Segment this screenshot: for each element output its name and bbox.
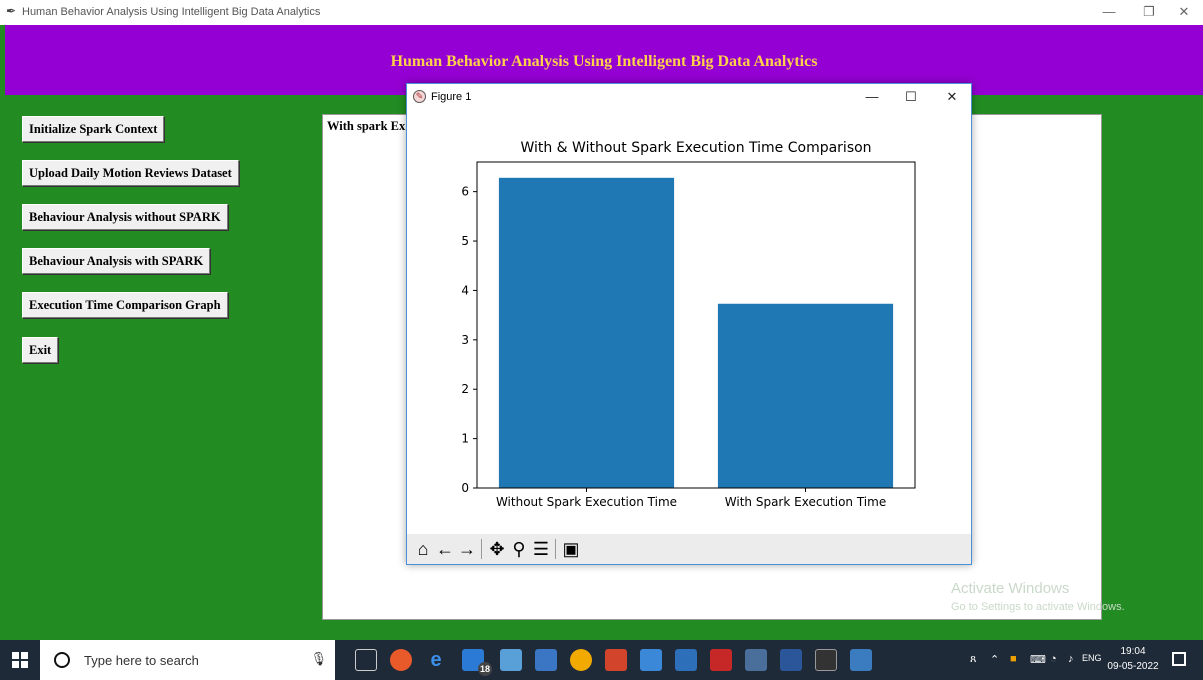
language-indicator[interactable]: ENG [1082, 653, 1102, 663]
matplotlib-icon: ✎ [413, 90, 426, 103]
clock-date: 09-05-2022 [1107, 661, 1159, 672]
figure-toolbar: ⌂ ← → ✥ ⚲ ☰ ▣ [407, 534, 971, 564]
initialize-spark-context-button[interactable]: Initialize Spark Context [22, 116, 165, 142]
pan-icon[interactable]: ✥ [487, 537, 507, 561]
file-explorer-icon[interactable] [675, 649, 697, 671]
action-center-icon[interactable] [1172, 652, 1186, 666]
python-icon[interactable] [850, 649, 872, 671]
bar-chart: With & Without Spark Execution Time Comp… [461, 140, 916, 509]
pdf-icon[interactable] [710, 649, 732, 671]
configure-subplots-icon[interactable]: ☰ [531, 537, 551, 561]
feather-icon: ✒ [6, 4, 17, 18]
analysis-without-spark-button[interactable]: Behaviour Analysis without SPARK [22, 204, 228, 230]
windows-start-icon[interactable] [12, 652, 28, 668]
plot-area: With & Without Spark Execution Time Comp… [407, 112, 971, 534]
task-view-icon[interactable] [355, 649, 377, 671]
word-icon[interactable] [780, 649, 802, 671]
notification-badge: 18 [478, 662, 492, 676]
ime-icon[interactable]: ⌨ [1030, 653, 1046, 666]
x-tick-label: With Spark Execution Time [725, 495, 886, 509]
figure-maximize-button[interactable]: ☐ [896, 87, 926, 107]
edge-icon[interactable]: e [425, 649, 447, 671]
cortana-circle-icon [54, 652, 70, 668]
chrome-icon[interactable] [570, 649, 592, 671]
save-icon[interactable]: ▣ [561, 537, 581, 561]
app-icon[interactable] [640, 649, 662, 671]
page-title: Human Behavior Analysis Using Intelligen… [390, 53, 818, 70]
activate-windows-watermark: Activate Windows [951, 580, 1070, 597]
search-placeholder: Type here to search [84, 653, 199, 668]
maximize-button[interactable]: ❐ [1135, 2, 1163, 22]
y-tick-label: 5 [461, 234, 469, 248]
figure-minimize-button[interactable]: — [857, 87, 887, 107]
desktop-screen: ✒ Human Behavior Analysis Using Intellig… [0, 0, 1203, 680]
y-tick-label: 0 [461, 481, 469, 495]
y-tick-label: 3 [461, 333, 469, 347]
minimize-button[interactable]: — [1095, 2, 1123, 22]
app-icon[interactable] [390, 649, 412, 671]
app-icon[interactable] [500, 649, 522, 671]
back-arrow-icon[interactable]: ← [435, 537, 455, 561]
figure-close-button[interactable]: ✕ [937, 87, 967, 107]
taskbar-clock[interactable]: 19:04 09-05-2022 [1103, 644, 1163, 674]
terminal-icon[interactable] [815, 649, 837, 671]
chart-bar [498, 177, 675, 488]
tray-app-icon[interactable]: ■ [1010, 653, 1017, 665]
zoom-icon[interactable]: ⚲ [509, 537, 529, 561]
x-tick-label: Without Spark Execution Time [496, 495, 677, 509]
figure-titlebar: ✎ Figure 1 — ☐ ✕ [407, 84, 971, 112]
people-icon[interactable]: ጸ [970, 653, 976, 666]
activate-windows-hint: Go to Settings to activate Windows. [951, 601, 1125, 613]
chart-title: With & Without Spark Execution Time Comp… [520, 140, 871, 156]
chart-bar [717, 303, 894, 488]
app-icon[interactable] [605, 649, 627, 671]
main-window-titlebar: ✒ Human Behavior Analysis Using Intellig… [0, 0, 1203, 25]
window-title: Human Behavior Analysis Using Intelligen… [22, 6, 321, 18]
output-text-line: With spark Ex [327, 119, 406, 133]
y-tick-label: 1 [461, 432, 469, 446]
home-icon[interactable]: ⌂ [413, 537, 433, 561]
taskbar: Type here to search 🎙 e 18 ጸ ⌃ ■ ⌨ ◔ ♪ E… [0, 640, 1203, 680]
y-tick-label: 4 [461, 283, 469, 297]
figure-window: ✎ Figure 1 — ☐ ✕ With & Without Spark Ex… [406, 83, 972, 565]
store-icon[interactable] [535, 649, 557, 671]
figure-title: Figure 1 [431, 91, 472, 103]
volume-icon[interactable]: ♪ [1068, 653, 1074, 665]
forward-arrow-icon[interactable]: → [457, 537, 477, 561]
wifi-icon[interactable]: ◔ [1050, 653, 1057, 665]
y-tick-label: 2 [461, 382, 469, 396]
chevron-up-icon[interactable]: ⌃ [990, 653, 999, 666]
taskbar-search-box[interactable]: Type here to search 🎙 [40, 640, 335, 680]
execution-time-graph-button[interactable]: Execution Time Comparison Graph [22, 292, 228, 318]
app-icon[interactable] [745, 649, 767, 671]
toolbar-separator [555, 539, 556, 559]
clock-time: 19:04 [1120, 646, 1146, 657]
exit-button[interactable]: Exit [22, 337, 59, 363]
y-tick-label: 6 [461, 185, 469, 199]
close-button[interactable]: ✕ [1170, 2, 1198, 22]
microphone-icon[interactable]: 🎙 [310, 651, 327, 667]
toolbar-separator [481, 539, 482, 559]
analysis-with-spark-button[interactable]: Behaviour Analysis with SPARK [22, 248, 211, 274]
upload-dataset-button[interactable]: Upload Daily Motion Reviews Dataset [22, 160, 239, 186]
